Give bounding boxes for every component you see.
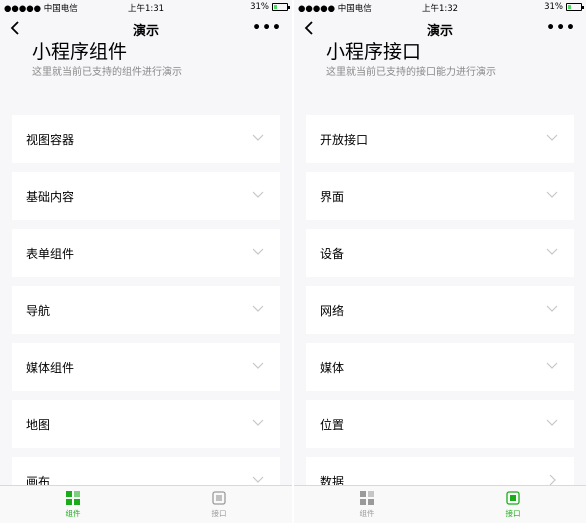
status-bar: ●●●●● 中国电信 上午1:32 31% <box>294 0 586 14</box>
chevron-down-icon <box>252 134 264 141</box>
list-item-form-components[interactable]: 表单组件 <box>12 229 280 277</box>
api-chip-icon <box>506 491 520 505</box>
component-category-list: 视图容器 基础内容 表单组件 导航 媒体组件 地图 画布 <box>12 115 280 514</box>
chevron-down-icon <box>546 305 558 312</box>
battery-icon <box>566 3 584 11</box>
chevron-down-icon <box>252 476 264 483</box>
components-grid-icon <box>360 491 374 505</box>
api-chip-icon <box>212 491 226 505</box>
list-item-interface[interactable]: 界面 <box>306 172 574 220</box>
list-item-label: 位置 <box>320 418 345 432</box>
page-description: 这里就当前已支持的组件进行演示 <box>32 67 182 78</box>
phone-screen-components: ●●●●● 中国电信 上午1:31 31% 演示 ••• 小程序组件 这里就当前… <box>0 0 292 523</box>
chevron-down-icon <box>252 419 264 426</box>
status-bar: ●●●●● 中国电信 上午1:31 31% <box>0 0 292 14</box>
list-item-device[interactable]: 设备 <box>306 229 574 277</box>
tab-label: 组件 <box>359 509 375 518</box>
chevron-down-icon <box>252 305 264 312</box>
page-heading: 小程序接口 这里就当前已支持的接口能力进行演示 <box>326 40 496 78</box>
battery-percent: 31% <box>544 2 563 12</box>
list-item-network[interactable]: 网络 <box>306 286 574 334</box>
list-item-label: 表单组件 <box>26 247 75 261</box>
more-menu-button[interactable]: ••• <box>546 20 576 36</box>
list-item-label: 基础内容 <box>26 190 75 204</box>
tab-api[interactable]: 接口 <box>146 490 292 519</box>
list-item-media[interactable]: 媒体 <box>306 343 574 391</box>
list-item-label: 媒体组件 <box>26 361 75 375</box>
chevron-down-icon <box>252 362 264 369</box>
list-item-view-container[interactable]: 视图容器 <box>12 115 280 163</box>
tab-label: 接口 <box>211 509 227 518</box>
battery-icon <box>272 3 290 11</box>
tab-components[interactable]: 组件 <box>294 490 440 519</box>
chevron-down-icon <box>546 362 558 369</box>
list-item-label: 地图 <box>26 418 51 432</box>
page-title: 小程序接口 <box>326 41 422 63</box>
phone-screen-api: ●●●●● 中国电信 上午1:32 31% 演示 ••• 小程序接口 这里就当前… <box>294 0 586 523</box>
page-heading: 小程序组件 这里就当前已支持的组件进行演示 <box>32 40 182 78</box>
more-menu-button[interactable]: ••• <box>252 20 282 36</box>
nav-bar: 演示 ••• <box>0 14 292 42</box>
chevron-down-icon <box>546 191 558 198</box>
list-item-label: 设备 <box>320 247 345 261</box>
nav-title: 演示 <box>132 24 159 39</box>
list-item-navigation[interactable]: 导航 <box>12 286 280 334</box>
list-item-label: 媒体 <box>320 361 345 375</box>
tab-label: 组件 <box>65 509 81 518</box>
nav-title: 演示 <box>426 24 453 39</box>
list-item-label: 导航 <box>26 304 51 318</box>
chevron-right-icon <box>549 475 556 485</box>
page-title: 小程序组件 <box>32 41 128 63</box>
battery-indicator: 31% <box>544 2 584 12</box>
list-item-label: 视图容器 <box>26 133 75 147</box>
list-item-basic-content[interactable]: 基础内容 <box>12 172 280 220</box>
clock: 上午1:32 <box>421 4 459 14</box>
list-item-map[interactable]: 地图 <box>12 400 280 448</box>
chevron-down-icon <box>252 191 264 198</box>
list-item-label: 网络 <box>320 304 345 318</box>
nav-bar: 演示 ••• <box>294 14 586 42</box>
api-category-list: 开放接口 界面 设备 网络 媒体 位置 数据 <box>306 115 574 514</box>
list-item-open-api[interactable]: 开放接口 <box>306 115 574 163</box>
chevron-down-icon <box>546 134 558 141</box>
clock: 上午1:31 <box>127 4 165 14</box>
battery-percent: 31% <box>250 2 269 12</box>
chevron-down-icon <box>546 419 558 426</box>
tab-bar: 组件 接口 <box>0 485 292 523</box>
tab-label: 接口 <box>505 509 521 518</box>
page-description: 这里就当前已支持的接口能力进行演示 <box>326 67 496 78</box>
list-item-label: 开放接口 <box>320 133 369 147</box>
list-item-label: 界面 <box>320 190 345 204</box>
list-item-media-components[interactable]: 媒体组件 <box>12 343 280 391</box>
components-grid-icon <box>66 491 80 505</box>
list-item-location[interactable]: 位置 <box>306 400 574 448</box>
chevron-down-icon <box>252 248 264 255</box>
tab-components[interactable]: 组件 <box>0 490 146 519</box>
tab-api[interactable]: 接口 <box>440 490 586 519</box>
tab-bar: 组件 接口 <box>294 485 586 523</box>
battery-indicator: 31% <box>250 2 290 12</box>
chevron-down-icon <box>546 248 558 255</box>
